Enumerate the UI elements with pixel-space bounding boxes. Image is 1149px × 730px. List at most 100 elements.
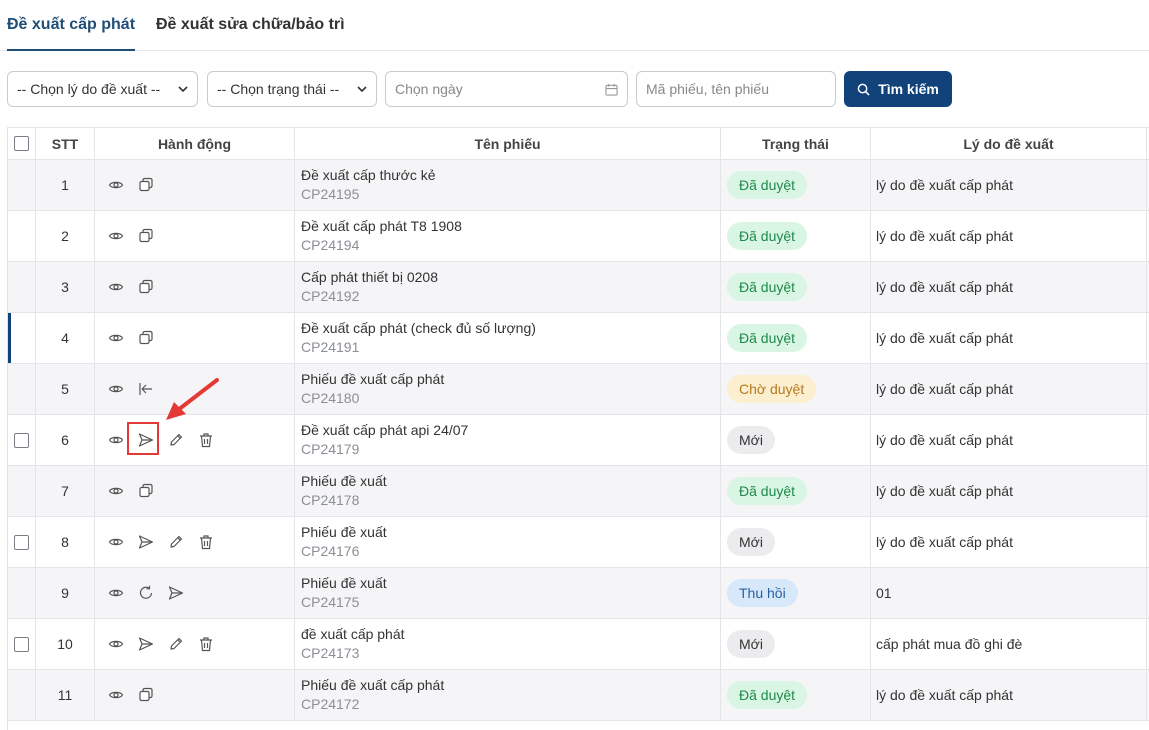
- table-row[interactable]: 1 Đề xuất cấp thước kẻ CP24195 Đã duyệt l…: [8, 160, 1149, 211]
- row-name-cell: Phiếu đề xuất CP24178: [295, 466, 721, 516]
- row-stt: 2: [36, 211, 95, 261]
- row-code: CP24180: [301, 390, 360, 406]
- row-name-cell: Cấp phát thiết bị 0208 CP24192: [295, 262, 721, 312]
- tab-repair-request[interactable]: Đề xuất sửa chữa/bảo trì: [156, 16, 345, 34]
- table-row[interactable]: 7 Phiếu đề xuất CP24178 Đã duyệt lý do đề…: [8, 466, 1149, 517]
- pencil-icon[interactable]: [168, 534, 184, 550]
- row-actions: [95, 568, 295, 618]
- copy-icon[interactable]: [138, 687, 154, 703]
- status-badge: Đã duyệt: [727, 273, 808, 301]
- row-checkbox[interactable]: [14, 534, 29, 550]
- pencil-icon[interactable]: [168, 636, 184, 652]
- row-stt: 10: [36, 619, 95, 669]
- row-stt: 9: [36, 568, 95, 618]
- row-name-cell: Phiếu đề xuất cấp phát CP24180: [295, 364, 721, 414]
- copy-icon[interactable]: [138, 177, 154, 193]
- copy-icon[interactable]: [138, 330, 154, 346]
- table-row[interactable]: 9 Phiếu đề xuất CP24175 Thu hồi 01: [8, 568, 1149, 619]
- row-stt: 8: [36, 517, 95, 567]
- eye-icon[interactable]: [108, 534, 124, 550]
- copy-icon[interactable]: [138, 483, 154, 499]
- eye-icon[interactable]: [108, 483, 124, 499]
- eye-icon[interactable]: [108, 585, 124, 601]
- table-row[interactable]: 2 Đề xuất cấp phát T8 1908 CP24194 Đã du…: [8, 211, 1149, 262]
- row-actions: [95, 211, 295, 261]
- trash-icon[interactable]: [198, 432, 214, 448]
- row-name-cell: Đề xuất cấp phát T8 1908 CP24194: [295, 211, 721, 261]
- pencil-icon[interactable]: [168, 432, 184, 448]
- row-checkbox[interactable]: [14, 636, 29, 652]
- row-code: CP24175: [301, 594, 360, 610]
- status-select[interactable]: -- Chọn trạng thái --: [207, 71, 377, 107]
- status-badge: Đã duyệt: [727, 324, 808, 352]
- row-code: CP24194: [301, 237, 360, 253]
- reason-select[interactable]: -- Chọn lý do đề xuất --: [7, 71, 198, 107]
- row-name-cell: Phiếu đề xuất CP24175: [295, 568, 721, 618]
- row-code: CP24195: [301, 186, 360, 202]
- row-name: Đề xuất cấp phát (check đủ số lượng): [301, 320, 536, 336]
- row-actions: [95, 313, 295, 363]
- row-code: CP24178: [301, 492, 360, 508]
- copy-icon[interactable]: [138, 279, 154, 295]
- status-badge: Đã duyệt: [727, 681, 808, 709]
- row-name-cell: Phiếu đề xuất cấp phát CP24172: [295, 670, 721, 720]
- send-icon[interactable]: [138, 534, 154, 550]
- table-row[interactable]: 4 Đề xuất cấp phát (check đủ số lượng) C…: [8, 313, 1149, 364]
- row-reason: lý do đề xuất cấp phát: [871, 364, 1147, 414]
- status-badge: Đã duyệt: [727, 477, 808, 505]
- table-row[interactable]: 3 Cấp phát thiết bị 0208 CP24192 Đã duyệ…: [8, 262, 1149, 313]
- column-header-stt: STT: [36, 128, 95, 159]
- row-code: CP24191: [301, 339, 360, 355]
- eye-icon[interactable]: [108, 687, 124, 703]
- row-name: đề xuất cấp phát: [301, 626, 405, 642]
- eye-icon[interactable]: [108, 228, 124, 244]
- status-badge: Thu hồi: [727, 579, 798, 607]
- row-stt: 6: [36, 415, 95, 465]
- row-name: Phiếu đề xuất: [301, 575, 387, 591]
- row-stt: 4: [36, 313, 95, 363]
- table-row[interactable]: 8 Phiếu đề xuất CP24176 Mới lý do đề xuất…: [8, 517, 1149, 568]
- row-name-cell: Đề xuất cấp phát api 24/07 CP24179: [295, 415, 721, 465]
- row-name: Phiếu đề xuất cấp phát: [301, 677, 445, 693]
- search-button[interactable]: Tìm kiếm: [844, 71, 952, 107]
- eye-icon[interactable]: [108, 279, 124, 295]
- row-reason: lý do đề xuất cấp phát: [871, 211, 1147, 261]
- send-icon[interactable]: [138, 636, 154, 652]
- date-input[interactable]: Chọn ngày: [385, 71, 628, 107]
- row-actions: [95, 517, 295, 567]
- annotation-arrow-icon: [166, 378, 219, 420]
- search-button-label: Tìm kiếm: [878, 81, 939, 97]
- status-badge: Mới: [727, 630, 775, 658]
- tab-allocation-request[interactable]: Đề xuất cấp phát: [7, 16, 136, 51]
- highlight-box: [127, 422, 159, 455]
- row-code: CP24172: [301, 696, 360, 712]
- table-row[interactable]: 10 đề xuất cấp phát CP24173 Mới cấp phát …: [8, 619, 1149, 670]
- row-name: Phiếu đề xuất: [301, 524, 387, 540]
- tab-bar: Đề xuất cấp phát Đề xuất sửa chữa/bảo tr…: [0, 0, 1149, 51]
- column-header-status: Trạng thái: [721, 128, 871, 159]
- eye-icon[interactable]: [108, 381, 124, 397]
- table-row[interactable]: 11 Phiếu đề xuất cấp phát CP24172 Đã duy…: [8, 670, 1149, 721]
- select-all-checkbox[interactable]: [14, 136, 29, 151]
- recall-icon[interactable]: [138, 381, 154, 397]
- date-placeholder: Chọn ngày: [395, 81, 463, 97]
- eye-icon[interactable]: [108, 177, 124, 193]
- trash-icon[interactable]: [198, 534, 214, 550]
- reload-icon[interactable]: [138, 585, 154, 601]
- row-code: CP24179: [301, 441, 360, 457]
- column-header-reason: Lý do đề xuất: [871, 128, 1147, 159]
- trash-icon[interactable]: [198, 636, 214, 652]
- row-name: Phiếu đề xuất: [301, 473, 387, 489]
- row-checkbox[interactable]: [14, 432, 29, 448]
- keyword-input[interactable]: Mã phiếu, tên phiếu: [636, 71, 836, 107]
- keyword-placeholder: Mã phiếu, tên phiếu: [646, 81, 769, 97]
- row-actions: [95, 619, 295, 669]
- copy-icon[interactable]: [138, 228, 154, 244]
- eye-icon[interactable]: [108, 636, 124, 652]
- status-badge: Đã duyệt: [727, 171, 808, 199]
- status-badge: Mới: [727, 528, 775, 556]
- eye-icon[interactable]: [108, 432, 124, 448]
- row-actions: [95, 466, 295, 516]
- send-icon[interactable]: [168, 585, 184, 601]
- eye-icon[interactable]: [108, 330, 124, 346]
